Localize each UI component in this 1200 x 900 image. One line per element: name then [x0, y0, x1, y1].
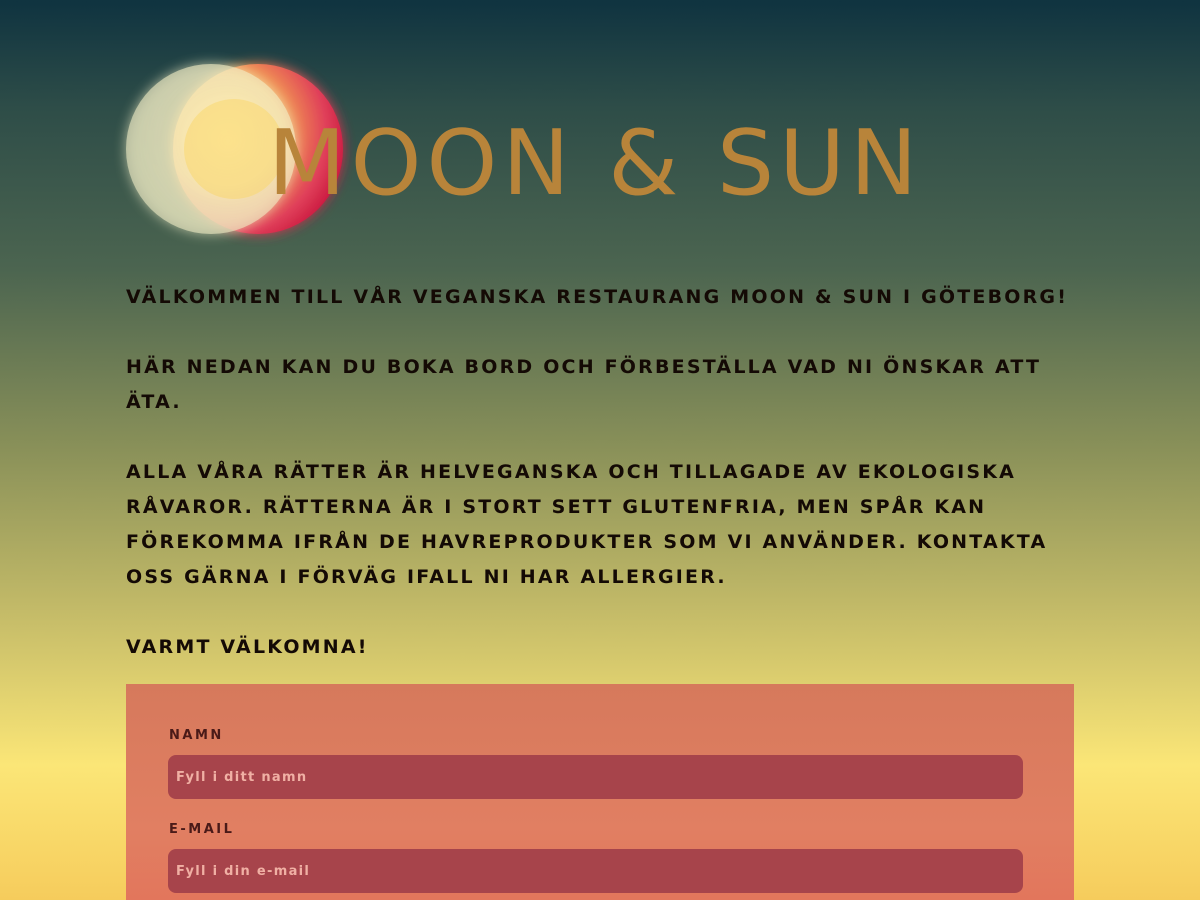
allergy-info-paragraph: ALLA VÅRA RÄTTER ÄR HELVEGANSKA OCH TILL… [126, 461, 1048, 588]
booking-form: NAMN E-MAIL [126, 684, 1074, 900]
name-label: NAMN [169, 728, 224, 743]
brand-title: MOON & SUN [268, 111, 923, 216]
intro-text: VÄLKOMMEN TILL VÅR VEGANSKA RESTAURANG M… [126, 280, 1076, 700]
name-input[interactable] [168, 755, 1023, 799]
welcome-paragraph: VÄLKOMMEN TILL VÅR VEGANSKA RESTAURANG M… [126, 286, 1069, 308]
booking-info-paragraph: HÄR NEDAN KAN DU BOKA BORD OCH FÖRBESTÄL… [126, 356, 1042, 413]
greeting-paragraph: VARMT VÄLKOMNA! [126, 636, 369, 658]
email-input[interactable] [168, 849, 1023, 893]
email-label: E-MAIL [169, 822, 235, 837]
